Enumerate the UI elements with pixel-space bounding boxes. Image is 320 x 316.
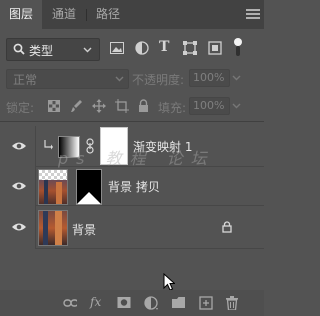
blend-mode-select[interactable]: 正常 <box>6 69 129 89</box>
watermark-text: ps 教程 论坛 <box>58 149 215 168</box>
filter-toggle-icon[interactable] <box>233 38 243 58</box>
new-group-icon[interactable] <box>171 296 185 310</box>
mouse-cursor-icon <box>163 273 175 291</box>
tab-separator <box>86 9 87 21</box>
layers-bottom-toolbar: fx <box>0 290 264 316</box>
opacity-slider-chevron-icon[interactable] <box>232 75 241 81</box>
add-mask-icon[interactable] <box>117 296 131 310</box>
layer-thumbnail[interactable] <box>38 169 68 205</box>
lock-move-icon[interactable] <box>92 99 106 113</box>
layer-separator <box>35 167 36 205</box>
clipping-arrow-icon <box>44 140 53 150</box>
shape-filter-icon[interactable] <box>183 41 197 55</box>
lock-label: 锁定: <box>6 101 35 115</box>
layer-filter-kind-select[interactable]: 类型 <box>6 38 100 61</box>
fx-icon[interactable]: fx <box>90 295 101 309</box>
blend-mode-value: 正常 <box>13 73 38 87</box>
fill-label: 填充: <box>158 101 187 115</box>
tab-paths[interactable]: 路径 <box>88 0 128 29</box>
new-adjustment-icon[interactable] <box>144 296 158 310</box>
opacity-label: 不透明度: <box>132 73 185 87</box>
layer-separator <box>35 126 36 166</box>
image-filter-icon[interactable] <box>110 42 124 56</box>
layer-mask-thumbnail[interactable] <box>76 169 102 205</box>
delete-layer-icon[interactable] <box>226 296 240 310</box>
link-layers-icon[interactable] <box>63 296 77 310</box>
layer-row-background-copy[interactable]: 背景 拷贝 <box>0 167 264 205</box>
new-layer-icon[interactable] <box>199 296 213 310</box>
opacity-input[interactable]: 100% <box>189 69 230 87</box>
layer-lock-icon <box>222 221 232 233</box>
layer-name: 背景 拷贝 <box>108 180 160 194</box>
divider <box>0 121 264 122</box>
lock-paint-icon[interactable] <box>71 99 83 113</box>
search-icon <box>13 43 25 55</box>
lock-artboard-icon[interactable] <box>115 99 129 113</box>
fill-input[interactable]: 100% <box>189 97 230 115</box>
tab-channels[interactable]: 通道 <box>44 0 84 29</box>
panel-tab-bar: 图层 通道 路径 <box>0 0 264 29</box>
layer-thumbnail[interactable] <box>38 210 68 246</box>
visibility-eye-icon[interactable] <box>11 222 27 232</box>
layer-separator <box>35 206 36 248</box>
lock-transparent-icon[interactable] <box>48 100 60 112</box>
layer-separator <box>35 248 264 249</box>
layer-row-background[interactable]: 背景 <box>0 206 264 248</box>
fill-slider-chevron-icon[interactable] <box>232 103 241 109</box>
filter-kind-label: 类型 <box>29 44 54 58</box>
chevron-down-icon <box>115 76 124 82</box>
visibility-eye-icon[interactable] <box>11 141 27 151</box>
panel-menu-icon[interactable] <box>246 7 260 21</box>
chevron-down-icon <box>83 47 92 53</box>
visibility-eye-icon[interactable] <box>11 181 27 191</box>
smart-object-filter-icon[interactable] <box>208 41 222 55</box>
type-filter-icon[interactable]: T <box>159 39 169 55</box>
layer-name: 背景 <box>72 223 97 237</box>
lock-all-icon[interactable] <box>138 99 149 113</box>
adjustment-filter-icon[interactable] <box>135 41 149 55</box>
tab-layers[interactable]: 图层 <box>0 0 42 29</box>
